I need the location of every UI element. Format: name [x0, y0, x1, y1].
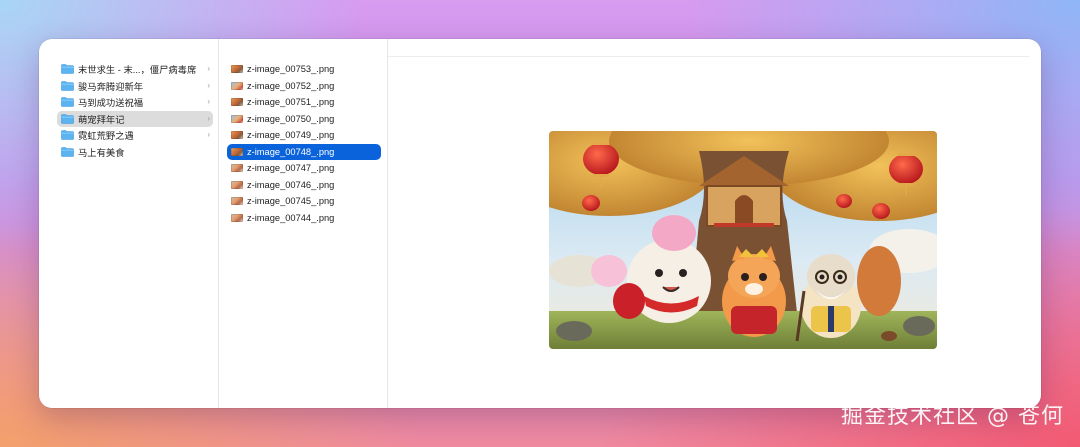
folder-label: 霓虹荒野之遇 [78, 131, 134, 142]
watermark-text: 掘金技术社区 @ 苍何 [841, 404, 1064, 429]
file-name: z-image_00744_.png [247, 212, 335, 223]
file-item[interactable]: z-image_00751_.png [227, 94, 381, 111]
file-name: z-image_00752_.png [247, 80, 335, 91]
image-thumbnail-icon [231, 197, 243, 206]
file-name: z-image_00749_.png [247, 130, 335, 141]
image-preview[interactable] [549, 131, 937, 349]
file-item[interactable]: z-image_00746_.png [227, 177, 381, 194]
image-thumbnail-icon [231, 114, 243, 123]
image-thumbnail-icon [231, 131, 243, 140]
file-name: z-image_00751_.png [247, 97, 335, 108]
folder-icon [61, 146, 74, 157]
folder-icon [61, 80, 74, 91]
folder-list: 末世求生 - 末...，僵尸病毒席 › 骏马奔腾迎新年 › 马到成功送祝福 › … [57, 61, 213, 160]
folder-icon [61, 64, 74, 75]
file-item[interactable]: z-image_00748_.png [227, 143, 381, 160]
chevron-right-icon: › [207, 64, 210, 73]
file-item[interactable]: z-image_00750_.png [227, 111, 381, 128]
image-thumbnail-icon [231, 81, 243, 90]
image-thumbnail-icon [231, 164, 243, 173]
folder-label: 马上有美食 [78, 147, 125, 158]
file-item[interactable]: z-image_00753_.png [227, 61, 381, 78]
folder-icon [61, 97, 74, 108]
image-thumbnail-icon [231, 180, 243, 189]
divider [388, 56, 1029, 57]
folder-label: 骏马奔腾迎新年 [78, 81, 144, 92]
file-name: z-image_00748_.png [247, 146, 335, 157]
chevron-right-icon: › [207, 113, 210, 123]
folder-label: 萌宠拜年记 [78, 114, 125, 125]
finder-window: 末世求生 - 末...，僵尸病毒席 › 骏马奔腾迎新年 › 马到成功送祝福 › … [39, 39, 1041, 408]
image-thumbnail-icon [231, 65, 243, 74]
folder-label: 马到成功送祝福 [78, 98, 144, 109]
folder-item[interactable]: 马到成功送祝福 › [57, 94, 213, 111]
file-name: z-image_00746_.png [247, 179, 335, 190]
folder-item[interactable]: 霓虹荒野之遇 › [57, 127, 213, 144]
chevron-right-icon: › [207, 80, 210, 90]
file-item[interactable]: z-image_00747_.png [227, 160, 381, 177]
file-item[interactable]: z-image_00749_.png [227, 127, 381, 144]
chevron-right-icon: › [207, 97, 210, 106]
folder-item[interactable]: 末世求生 - 末...，僵尸病毒席 › [57, 61, 213, 78]
folder-item[interactable]: 骏马奔腾迎新年 › [57, 78, 213, 95]
folder-label: 末世求生 - 末...，僵尸病毒席 [78, 65, 197, 76]
file-item[interactable]: z-image_00752_.png [227, 78, 381, 95]
file-name: z-image_00747_.png [247, 163, 335, 174]
image-thumbnail-icon [231, 147, 243, 156]
image-thumbnail-icon [231, 98, 243, 107]
file-list: z-image_00753_.png z-image_00752_.png z-… [227, 61, 381, 226]
file-name: z-image_00750_.png [247, 113, 335, 124]
chevron-right-icon: › [207, 130, 210, 139]
folder-icon [61, 113, 74, 124]
file-item[interactable]: z-image_00745_.png [227, 193, 381, 210]
file-name: z-image_00753_.png [247, 64, 335, 75]
folder-item[interactable]: 马上有美食 [57, 144, 213, 161]
folder-item[interactable]: 萌宠拜年记 › [57, 110, 213, 127]
file-name: z-image_00745_.png [247, 196, 335, 207]
file-item[interactable]: z-image_00744_.png [227, 210, 381, 227]
folder-icon [61, 130, 74, 141]
image-thumbnail-icon [231, 213, 243, 222]
